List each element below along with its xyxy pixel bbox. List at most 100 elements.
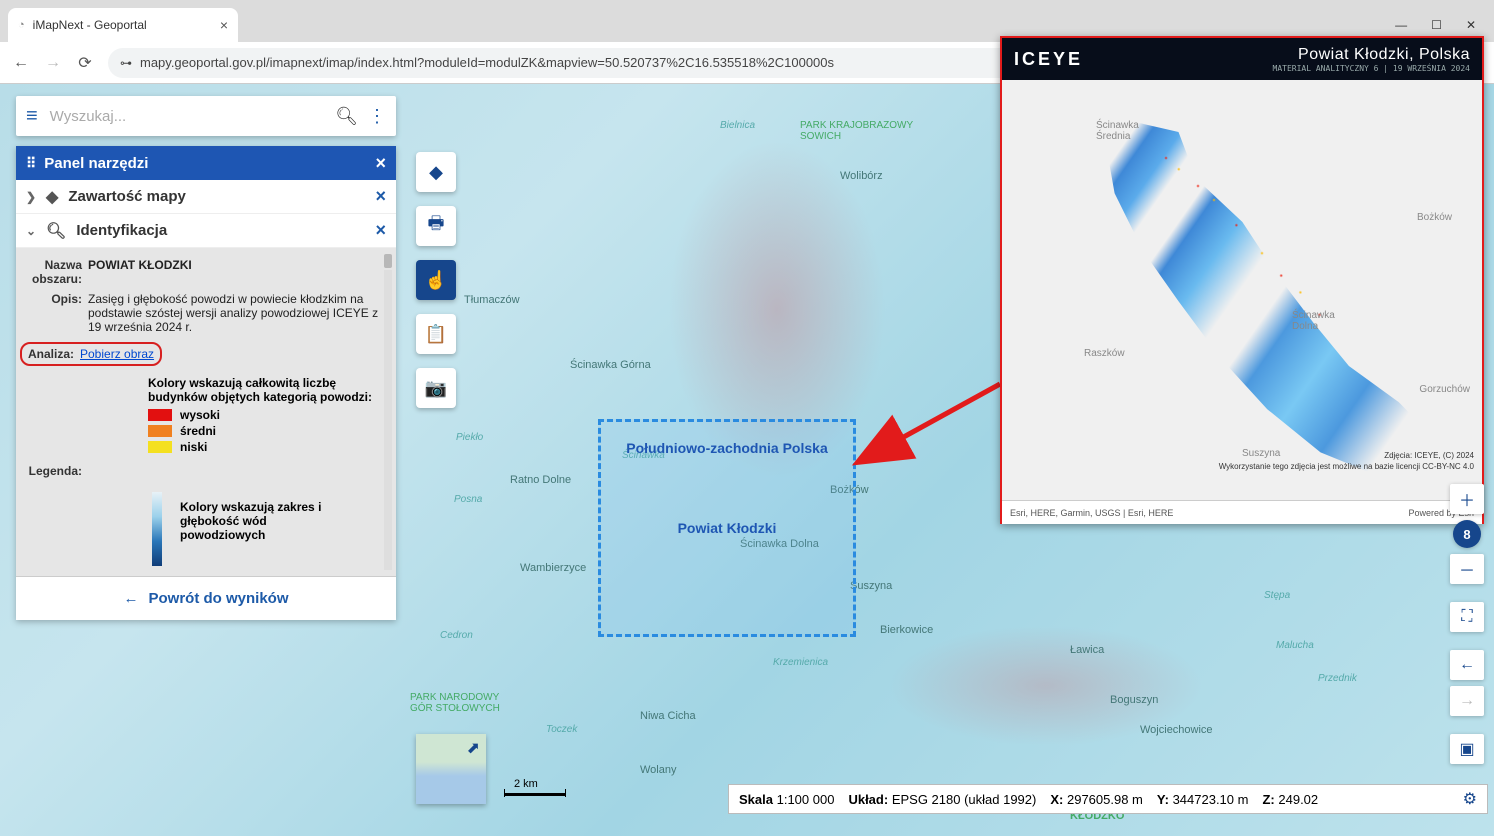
close-icon[interactable]: × — [375, 220, 386, 241]
selection-title-1: Południowo-zachodnia Polska — [601, 440, 853, 456]
y-value: 344723.10 m — [1173, 792, 1249, 807]
zoom-level-badge[interactable]: 8 — [1453, 520, 1481, 548]
scrollbar-track[interactable] — [384, 270, 392, 570]
value-area: POWIAT KŁODZKI — [88, 258, 382, 286]
map-place-label: Wambierzyce — [520, 562, 586, 574]
back-arrow-icon: ← — [123, 590, 138, 607]
identify-button[interactable]: ☝ — [416, 260, 456, 300]
url-text: mapy.geoportal.gov.pl/imapnext/imap/inde… — [140, 55, 834, 70]
legend-gradient — [152, 492, 162, 566]
iceye-subtitle: MATERIAL ANALITYCZNY 6 | 19 WRZEŚNIA 202… — [1273, 64, 1470, 73]
map-place-label: Wolibórz — [840, 170, 883, 182]
scrollbar-thumb[interactable] — [384, 254, 392, 268]
tool-panel: ⠿ Panel narzędzi × ❯ ◆ Zawartość mapy × … — [16, 146, 396, 620]
value-desc: Zasięg i głębokość powodzi w powiecie kł… — [88, 292, 382, 334]
panel-back-button[interactable]: ← Powrót do wyników — [16, 576, 396, 620]
fullscreen-button[interactable]: ⛶ — [1450, 602, 1484, 632]
label-area: Nazwa obszaru: — [24, 258, 88, 286]
history-back-button[interactable]: ← — [1450, 650, 1484, 680]
back-label: Powrót do wyników — [148, 590, 288, 607]
scale-bar-label: 2 km — [514, 778, 538, 790]
x-label: X: — [1050, 792, 1063, 807]
map-place-label: Ścinawka Górna — [570, 359, 651, 371]
site-info-icon[interactable]: ⊶ — [120, 56, 132, 70]
download-link[interactable]: Pobierz obraz — [80, 347, 154, 361]
print-button[interactable]: 🖶 — [416, 206, 456, 246]
search-input[interactable]: Wyszukaj... — [50, 108, 335, 125]
river-label: Posna — [454, 494, 482, 505]
legend-item-mid: średni — [148, 424, 382, 438]
river-label: Cedron — [440, 630, 473, 641]
zoom-out-button[interactable]: － — [1450, 554, 1484, 584]
x-value: 297605.98 m — [1067, 792, 1143, 807]
min-icon[interactable]: ― — [1395, 18, 1407, 32]
map-place-label: Wojciechowice — [1140, 724, 1213, 736]
max-icon[interactable]: ☐ — [1431, 18, 1442, 32]
camera-button[interactable]: 📷 — [416, 368, 456, 408]
river-label: Bielnica — [720, 120, 755, 131]
close-win-icon[interactable]: ✕ — [1466, 18, 1476, 32]
iceye-label: Gorzuchów — [1419, 384, 1470, 395]
tab-favicon: ◔ — [18, 19, 25, 31]
close-icon[interactable]: × — [375, 186, 386, 207]
status-bar: Skala 1:100 000 Układ: EPSG 2180 (układ … — [728, 784, 1488, 814]
river-label: Przednik — [1318, 673, 1357, 684]
map-place-label: Suszyna — [850, 580, 892, 592]
chevron-right-icon: ❯ — [26, 190, 36, 204]
gear-icon[interactable]: ⚙ — [1463, 789, 1477, 809]
map-place-label: Niwa Cicha — [640, 710, 696, 722]
zoom-in-button[interactable]: ＋ — [1450, 484, 1484, 514]
map-place-label: Bierkowice — [880, 624, 933, 636]
uklad-label: Układ: — [848, 792, 888, 807]
layers-button[interactable]: ◆ — [416, 152, 456, 192]
legend-title: Kolory wskazują całkowitą liczbę budynkó… — [148, 376, 382, 404]
selection-title-2: Powiat Kłodzki — [601, 520, 853, 536]
menu-icon[interactable]: ≡ — [26, 105, 38, 128]
legend-item-low: niski — [148, 440, 382, 454]
iceye-logo: ICEYE — [1014, 49, 1083, 70]
search-more-icon[interactable]: ⋮ — [368, 106, 386, 127]
close-icon[interactable]: × — [220, 17, 228, 33]
browser-tab[interactable]: ◔ iMapNext - Geoportal × — [8, 8, 238, 42]
skala-label: Skala — [739, 792, 773, 807]
iceye-credits: Zdjęcia: ICEYE, (C) 2024Wykorzystanie te… — [1219, 451, 1474, 472]
search-card: ≡ Wyszukaj... 🔍︎ ⋮ — [16, 96, 396, 136]
locate-button[interactable]: ▣ — [1450, 734, 1484, 764]
history-forward-button[interactable]: → — [1450, 686, 1484, 716]
panel-row-identify[interactable]: ⌄ 🔍︎ Identyfikacja × — [16, 214, 396, 248]
search-icon[interactable]: 🔍︎ — [335, 106, 358, 127]
iceye-footer: Esri, HERE, Garmin, USGS | Esri, HERE Po… — [1002, 500, 1482, 524]
map-place-label: Ławica — [1070, 644, 1104, 656]
forward-icon[interactable]: → — [44, 54, 62, 72]
back-icon[interactable]: ← — [12, 54, 30, 72]
y-label: Y: — [1157, 792, 1169, 807]
selection-rectangle: Południowo-zachodnia Polska Powiat Kłodz… — [598, 419, 856, 637]
iceye-label: Ścinawka Średnia — [1096, 120, 1139, 142]
z-label: Z: — [1262, 792, 1274, 807]
iceye-label: Ścinawka Dolna — [1292, 310, 1335, 332]
minimap[interactable] — [416, 734, 486, 804]
map-tools-column: ◆ 🖶 ☝ 📋 📷 — [416, 152, 456, 408]
layers-icon: ◆ — [46, 187, 58, 207]
reload-icon[interactable]: ⟳ — [76, 53, 94, 73]
callout-arrow — [890, 384, 1000, 444]
clipboard-button[interactable]: 📋 — [416, 314, 456, 354]
z-value: 249.02 — [1278, 792, 1318, 807]
iceye-map: Ścinawka Średnia Bożków Ścinawka Dolna R… — [1002, 80, 1482, 500]
row-label: Zawartość mapy — [68, 188, 186, 205]
label-legend: Legenda: — [24, 464, 88, 478]
panel-row-layers[interactable]: ❯ ◆ Zawartość mapy × — [16, 180, 396, 214]
iceye-foot-left: Esri, HERE, Garmin, USGS | Esri, HERE — [1010, 508, 1173, 518]
map-place-label: PARK NARODOWY GÓR STOŁOWYCH — [410, 692, 500, 714]
map-place-label: Boguszyn — [1110, 694, 1158, 706]
search-icon: 🔍︎ — [46, 221, 66, 241]
close-icon[interactable]: × — [375, 153, 386, 174]
download-highlight: Analiza: Pobierz obraz — [20, 342, 162, 366]
map-place-label: Tłumaczów — [464, 294, 520, 306]
label-desc: Opis: — [24, 292, 88, 334]
iceye-header: ICEYE Powiat Kłodzki, Polska MATERIAL AN… — [1002, 38, 1482, 80]
river-label: Piekło — [456, 432, 483, 443]
label-analysis: Analiza: — [28, 347, 80, 361]
info-body: Nazwa obszaru: POWIAT KŁODZKI Opis: Zasi… — [16, 248, 396, 576]
zoom-controls: ＋ 8 － ⛶ ← → ▣ — [1450, 484, 1484, 764]
